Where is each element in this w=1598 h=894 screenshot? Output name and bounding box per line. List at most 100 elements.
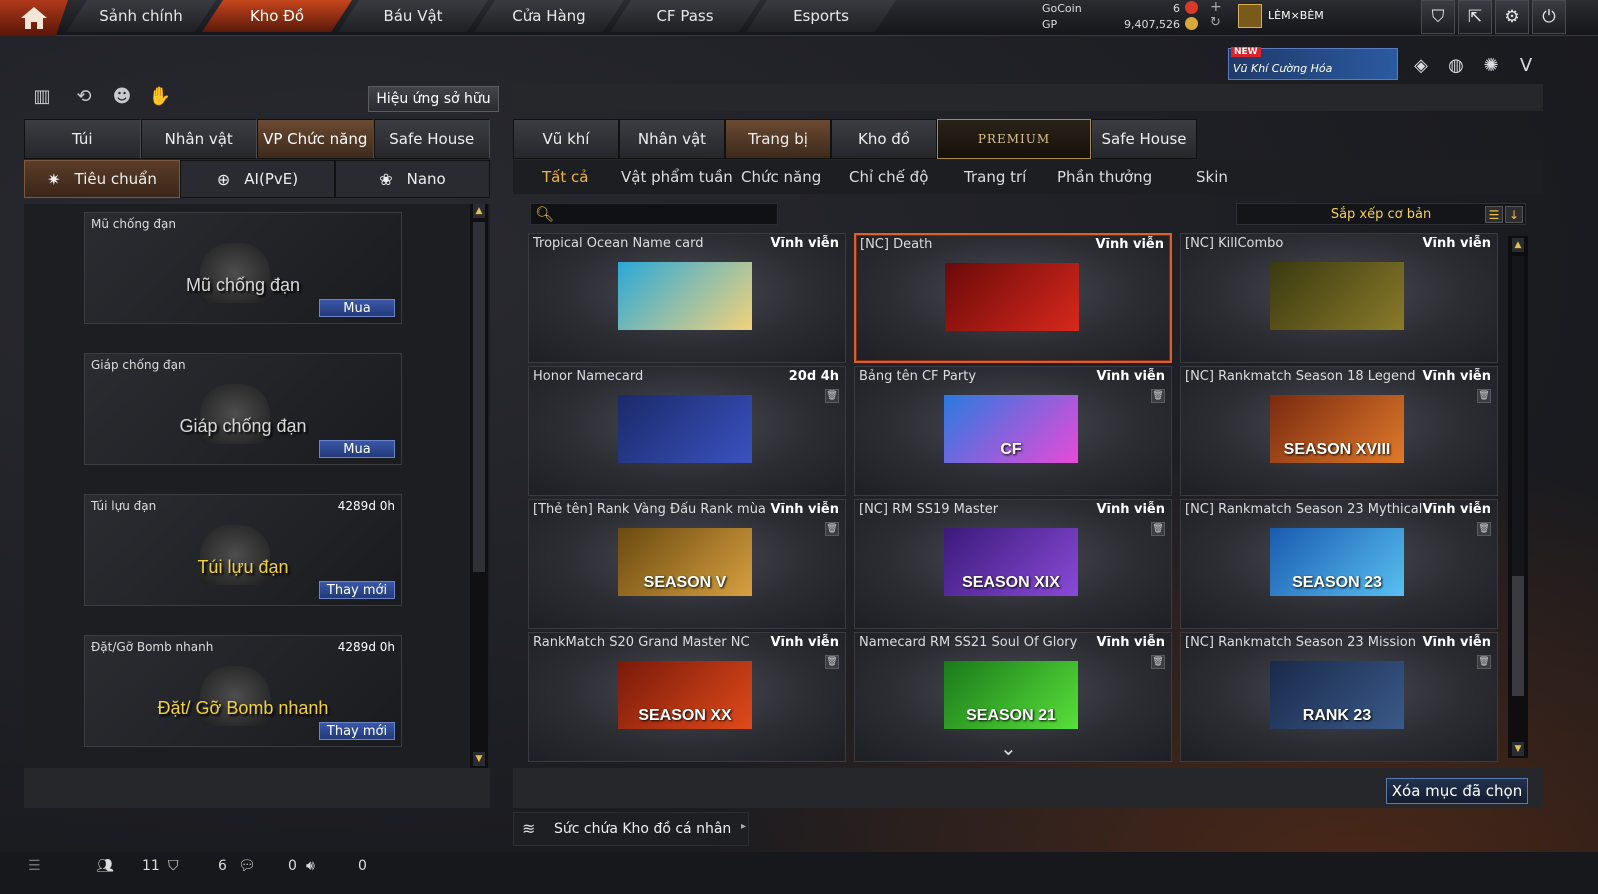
trash-icon[interactable]: 🗑︎ bbox=[825, 655, 839, 669]
filter-skin[interactable]: Skin bbox=[1196, 168, 1228, 186]
scroll-up-icon[interactable]: ▲ bbox=[473, 204, 485, 218]
history-icon[interactable]: ⟲ bbox=[70, 82, 98, 110]
inventory-item-card[interactable]: [NC] KillCombo Vĩnh viễn bbox=[1180, 233, 1498, 363]
left-tab-tui[interactable]: Túi bbox=[24, 119, 141, 159]
nav-tab-bau-vat[interactable]: Báu Vật bbox=[338, 0, 488, 32]
right-tab-premium[interactable]: PREMIUM bbox=[937, 119, 1091, 159]
glove-icon[interactable]: ✋ bbox=[146, 82, 174, 110]
inventory-item-card[interactable]: [NC] Rankmatch Season 18 Legend Vĩnh viễn… bbox=[1180, 366, 1498, 496]
equipment-action-button[interactable]: Thay mới bbox=[319, 581, 395, 599]
speaker-icon[interactable]: 🔊︎ bbox=[306, 858, 315, 874]
inventory-item-card[interactable]: [NC] Death Vĩnh viễn bbox=[854, 233, 1172, 363]
sort-order-icon[interactable]: ↓ bbox=[1505, 206, 1523, 223]
equipment-action-button[interactable]: Thay mới bbox=[319, 722, 395, 740]
list-view-icon[interactable]: ☰ bbox=[1485, 206, 1503, 223]
grid-scroll-track bbox=[1512, 256, 1524, 576]
right-tab-vu-khi[interactable]: Vũ khí bbox=[513, 119, 619, 159]
chevron-right-icon: ▸ bbox=[740, 821, 746, 832]
trash-icon[interactable]: 🗑︎ bbox=[1151, 655, 1165, 669]
shield-icon[interactable]: ⛉ bbox=[1421, 0, 1455, 34]
add-currency-icon[interactable]: + bbox=[1210, 0, 1222, 15]
filter-trang-tri[interactable]: Trang trí bbox=[964, 168, 1026, 186]
left-subtab-nano[interactable]: ❀ Nano bbox=[335, 160, 490, 198]
sort-dropdown[interactable]: Sắp xếp cơ bản ☰ ↓ bbox=[1236, 203, 1526, 225]
gear-icon[interactable]: ⚙ bbox=[1495, 0, 1529, 34]
grid-scroll-down-icon[interactable]: ▼ bbox=[1512, 742, 1524, 756]
left-tab-nhan-vat[interactable]: Nhân vật bbox=[140, 119, 257, 159]
item-duration: Vĩnh viễn bbox=[1095, 237, 1164, 252]
delete-selected-button[interactable]: Xóa mục đã chọn bbox=[1386, 778, 1528, 804]
scroll-thumb[interactable] bbox=[473, 222, 485, 572]
scroll-more-icon[interactable]: ⌄ bbox=[1000, 736, 1017, 760]
trash-icon[interactable]: 🗑︎ bbox=[1477, 655, 1491, 669]
grid-scrollbar[interactable]: ▲ ▼ bbox=[1508, 236, 1528, 758]
equipment-name: Giáp chống đạn bbox=[91, 358, 186, 372]
nav-tab-sanh-chinh[interactable]: Sảnh chính bbox=[66, 0, 216, 32]
capacity-button[interactable]: ≋ Sức chứa Kho đồ cá nhân ▸ bbox=[513, 812, 749, 846]
left-tab-safe-house[interactable]: Safe House bbox=[373, 119, 490, 159]
inventory-item-card[interactable]: [NC] RM SS19 Master Vĩnh viễn 🗑︎ SEASON XIX bbox=[854, 499, 1172, 629]
nano-icon: ❀ bbox=[379, 169, 393, 189]
right-tab-nhan-vat[interactable]: Nhân vật bbox=[619, 119, 725, 159]
inventory-item-card[interactable]: Bảng tên CF Party Vĩnh viễn 🗑︎ CF bbox=[854, 366, 1172, 496]
nav-tab-cua-hang[interactable]: Cửa Hàng bbox=[474, 0, 624, 32]
friends-icon[interactable]: 👥︎ bbox=[96, 858, 114, 874]
trash-icon[interactable]: 🗑︎ bbox=[1477, 522, 1491, 536]
filter-vat-pham-tuan[interactable]: Vật phẩm tuần bbox=[621, 168, 733, 186]
filter-chuc-nang[interactable]: Chức năng bbox=[741, 168, 821, 186]
owned-effects-button[interactable]: Hiệu ứng sở hữu bbox=[368, 86, 499, 112]
power-icon[interactable]: ⏻ bbox=[1532, 0, 1566, 34]
nav-tab-esports[interactable]: Esports bbox=[746, 0, 896, 32]
trash-icon[interactable]: 🗑︎ bbox=[825, 522, 839, 536]
grid-scroll-up-icon[interactable]: ▲ bbox=[1512, 238, 1524, 252]
right-tab-trang-bi[interactable]: Trang bị bbox=[725, 119, 831, 159]
grid-scroll-thumb[interactable] bbox=[1512, 576, 1524, 696]
equipment-action-button[interactable]: Mua bbox=[319, 299, 395, 317]
refresh-icon[interactable]: ↻ bbox=[1210, 15, 1221, 30]
item-name: [Thẻ tên] Rank Vàng Đấu Rank mùa bbox=[533, 502, 766, 517]
target-icon[interactable]: ✺ bbox=[1478, 52, 1504, 78]
trash-icon[interactable]: 🗑︎ bbox=[1477, 389, 1491, 403]
equipment-card: Túi lựu đạn 4289d 0h Túi lựu đạn Thay mới bbox=[84, 494, 402, 606]
home-button[interactable] bbox=[0, 0, 68, 36]
filter-phan-thuong[interactable]: Phần thưởng bbox=[1057, 168, 1152, 186]
gp-icon bbox=[1185, 17, 1198, 30]
medal-icon[interactable]: ◈ bbox=[1408, 52, 1434, 78]
filter-tat-ca[interactable]: Tất cả bbox=[542, 168, 588, 186]
exit-icon[interactable]: ⇱ bbox=[1458, 0, 1492, 34]
search-input[interactable]: 🔍︎ bbox=[530, 203, 778, 225]
scroll-down-icon[interactable]: ▼ bbox=[473, 752, 485, 766]
trash-icon[interactable]: 🗑︎ bbox=[1151, 522, 1165, 536]
right-tab-kho-do[interactable]: Kho đồ bbox=[831, 119, 937, 159]
sort-label: Sắp xếp cơ bản bbox=[1330, 206, 1432, 222]
v-logo-icon[interactable]: V bbox=[1513, 52, 1539, 78]
left-tab-vp-chuc-nang[interactable]: VP Chức năng bbox=[257, 119, 374, 159]
item-duration: Vĩnh viễn bbox=[1422, 369, 1491, 384]
menu-icon[interactable]: ☰ bbox=[28, 858, 41, 874]
inventory-item-card[interactable]: RankMatch S20 Grand Master NC Vĩnh viễn 🗑︎… bbox=[528, 632, 846, 762]
inventory-item-card[interactable]: [NC] Rankmatch Season 23 Mythical Vĩnh vi… bbox=[1180, 499, 1498, 629]
equipment-image bbox=[165, 519, 305, 591]
inventory-item-card[interactable]: Honor Namecard 20d 4h 🗑︎ bbox=[528, 366, 846, 496]
trash-icon[interactable]: 🗑︎ bbox=[1151, 389, 1165, 403]
ranking-icon[interactable]: ▥ bbox=[28, 82, 56, 110]
filter-chi-che-do[interactable]: Chỉ chế độ bbox=[849, 168, 928, 186]
inventory-item-card[interactable]: [NC] Rankmatch Season 23 Mission Vĩnh viễ… bbox=[1180, 632, 1498, 762]
inventory-item-card[interactable]: [Thẻ tên] Rank Vàng Đấu Rank mùa Vĩnh viễ… bbox=[528, 499, 846, 629]
nav-tab-cf-pass[interactable]: CF Pass bbox=[610, 0, 760, 32]
inventory-item-card[interactable]: Tropical Ocean Name card Vĩnh viễn bbox=[528, 233, 846, 363]
left-subtab-ai-pve[interactable]: ⊕ AI(PvE) bbox=[180, 160, 335, 198]
chat-icon[interactable]: 💬︎ bbox=[238, 858, 256, 874]
clan-icon[interactable]: ⛉ bbox=[168, 858, 179, 874]
promo-banner[interactable]: NEW Vũ Khí Cường Hóa bbox=[1228, 47, 1398, 80]
left-subtab-tieu-chuan[interactable]: ✷ Tiêu chuẩn bbox=[24, 160, 180, 198]
clan-count: 6 bbox=[218, 858, 227, 874]
crosshair-icon: ⊕ bbox=[216, 169, 231, 189]
right-tab-safe-house[interactable]: Safe House bbox=[1091, 119, 1197, 159]
left-scrollbar[interactable]: ▲ ▼ bbox=[470, 204, 488, 768]
trash-icon[interactable]: 🗑︎ bbox=[825, 389, 839, 403]
character-icon[interactable]: ☻ bbox=[108, 82, 136, 110]
nav-tab-kho-do[interactable]: Kho Đồ bbox=[202, 0, 352, 32]
equipment-action-button[interactable]: Mua bbox=[319, 440, 395, 458]
globe-icon[interactable]: ◍ bbox=[1443, 52, 1469, 78]
